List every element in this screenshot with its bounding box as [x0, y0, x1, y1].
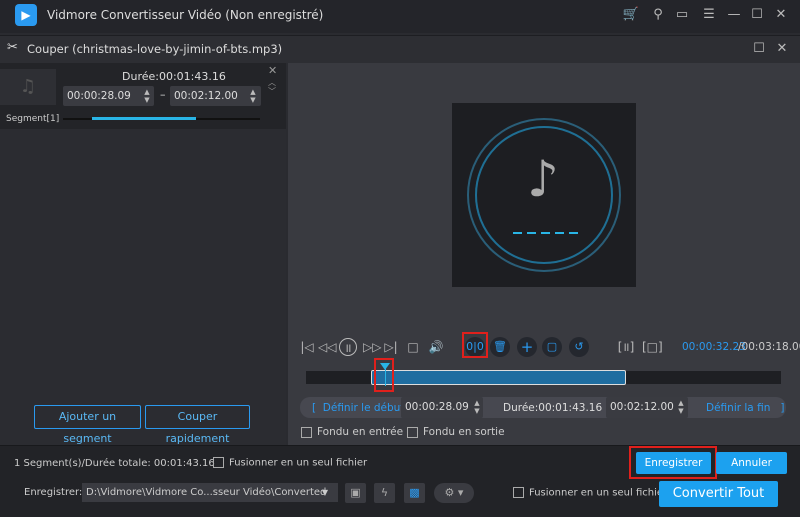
- start-time-value: 00:00:28.09: [405, 401, 469, 413]
- end-spinner[interactable]: ▲ ▼: [248, 88, 258, 104]
- playhead-highlight: [374, 358, 394, 392]
- minimize-icon[interactable]: —: [725, 6, 743, 24]
- delete-segment-icon[interactable]: ✕: [268, 64, 277, 77]
- selected-range[interactable]: [371, 370, 626, 385]
- step-back-icon[interactable]: ◁◁: [318, 338, 336, 356]
- save-highlight: [629, 446, 717, 479]
- hardware-accel-off-icon[interactable]: ϟ: [374, 483, 395, 503]
- end-time-spinner[interactable]: ▲ ▼: [676, 399, 686, 415]
- skip-end-icon[interactable]: ▷|: [382, 338, 400, 356]
- step-forward-icon[interactable]: ▷▷: [363, 338, 381, 356]
- copy-icon[interactable]: ▢: [542, 337, 562, 357]
- start-time-spinner[interactable]: ▲ ▼: [472, 399, 482, 415]
- chevron-down-icon: ▼: [321, 488, 328, 497]
- range-dash: –: [160, 88, 166, 101]
- checkbox-icon[interactable]: [301, 426, 312, 438]
- cut-title: Couper (christmas-love-by-jimin-of-bts.m…: [27, 42, 283, 56]
- volume-icon[interactable]: 🔊: [427, 338, 445, 356]
- maximize-cut-icon[interactable]: ☐: [750, 40, 768, 58]
- app-logo-icon: ▶: [15, 4, 37, 26]
- stop-icon[interactable]: □: [404, 338, 422, 356]
- maximize-icon[interactable]: ☐: [748, 6, 766, 24]
- move-segment-icon[interactable]: ︿ ﹀: [268, 78, 276, 96]
- reset-icon[interactable]: ↺: [569, 337, 589, 357]
- quick-cut-button[interactable]: Couper rapidement: [145, 405, 250, 445]
- pause-icon[interactable]: ॥: [339, 338, 357, 356]
- skip-start-icon[interactable]: |◁: [298, 338, 316, 356]
- merge-label: Fusionner en un seul fichier: [229, 457, 368, 469]
- music-thumb-icon: ♫: [0, 69, 56, 105]
- merge-label-main: Fusionner en un seul fichier: [529, 487, 668, 499]
- start-spinner[interactable]: ▲ ▼: [142, 88, 152, 104]
- save-to-label: Enregistrer:: [24, 487, 83, 498]
- output-path-value: D:\Vidmore\Vidmore Co...sseur Vidéo\Conv…: [86, 487, 327, 498]
- segment-start-input[interactable]: 00:00:28.09: [63, 86, 154, 106]
- menu-icon[interactable]: ☰: [700, 6, 718, 24]
- scissors-icon: ✂: [7, 40, 18, 55]
- segment-end-value: 00:02:12.00: [174, 90, 238, 102]
- segment-range-fill: [92, 117, 196, 120]
- output-path-select[interactable]: D:\Vidmore\Vidmore Co...sseur Vidéo\Conv…: [82, 483, 338, 502]
- set-start-bracket-icon[interactable]: [॥]: [617, 338, 635, 356]
- key-icon[interactable]: ⚲: [649, 6, 667, 24]
- current-time: 00:00:32.23: [682, 341, 746, 353]
- close-icon[interactable]: ✕: [772, 6, 790, 24]
- checkbox-icon[interactable]: [513, 487, 524, 498]
- folder-icon[interactable]: ▣: [345, 483, 366, 503]
- close-cut-icon[interactable]: ✕: [773, 40, 791, 58]
- checkbox-icon[interactable]: [407, 426, 418, 438]
- fade-in-label: Fondu en entrée: [317, 426, 404, 438]
- merge-checkbox[interactable]: Fusionner en un seul fichier: [213, 457, 367, 469]
- set-start-button[interactable]: [ Définir le début: [312, 402, 404, 414]
- split-highlight: [462, 332, 488, 358]
- end-time-value: 00:02:12.00: [610, 401, 674, 413]
- music-note-icon: ♪: [527, 150, 559, 208]
- total-time: /00:03:18.00: [738, 341, 800, 353]
- checkbox-icon[interactable]: [213, 457, 224, 468]
- cancel-button[interactable]: Annuler: [716, 452, 787, 474]
- convert-all-button[interactable]: Convertir Tout: [659, 481, 778, 507]
- add-icon[interactable]: +: [517, 337, 537, 357]
- trim-duration: Durée:00:01:43.16: [503, 402, 603, 414]
- fade-out-checkbox[interactable]: Fondu en sortie: [407, 426, 505, 438]
- segment-start-value: 00:00:28.09: [67, 90, 131, 102]
- set-end-button[interactable]: Définir la fin ]: [706, 402, 784, 414]
- segment-label: Segment[1]: [6, 114, 60, 124]
- set-end-bracket-icon[interactable]: [□]: [642, 338, 663, 356]
- merge-checkbox-main[interactable]: Fusionner en un seul fichier: [513, 487, 667, 499]
- settings-icon[interactable]: ⚙ ▾: [434, 483, 474, 503]
- app-title: Vidmore Convertisseur Vidéo (Non enregis…: [47, 8, 324, 22]
- add-segment-button[interactable]: Ajouter un segment: [34, 405, 141, 445]
- segment-summary: 1 Segment(s)/Durée totale: 00:01:43.16: [14, 458, 215, 469]
- start-time-input[interactable]: 00:00:28.09: [401, 397, 483, 418]
- equalizer-icon: [513, 232, 579, 234]
- segment-duration: Durée:00:01:43.16: [122, 70, 226, 83]
- fade-out-label: Fondu en sortie: [423, 426, 505, 438]
- gpu-on-icon[interactable]: ▩: [404, 483, 425, 503]
- cart-icon[interactable]: 🛒: [622, 6, 640, 24]
- fade-in-checkbox[interactable]: Fondu en entrée: [301, 426, 403, 438]
- delete-icon[interactable]: 🗑: [490, 337, 510, 357]
- feedback-icon[interactable]: ▭: [673, 6, 691, 24]
